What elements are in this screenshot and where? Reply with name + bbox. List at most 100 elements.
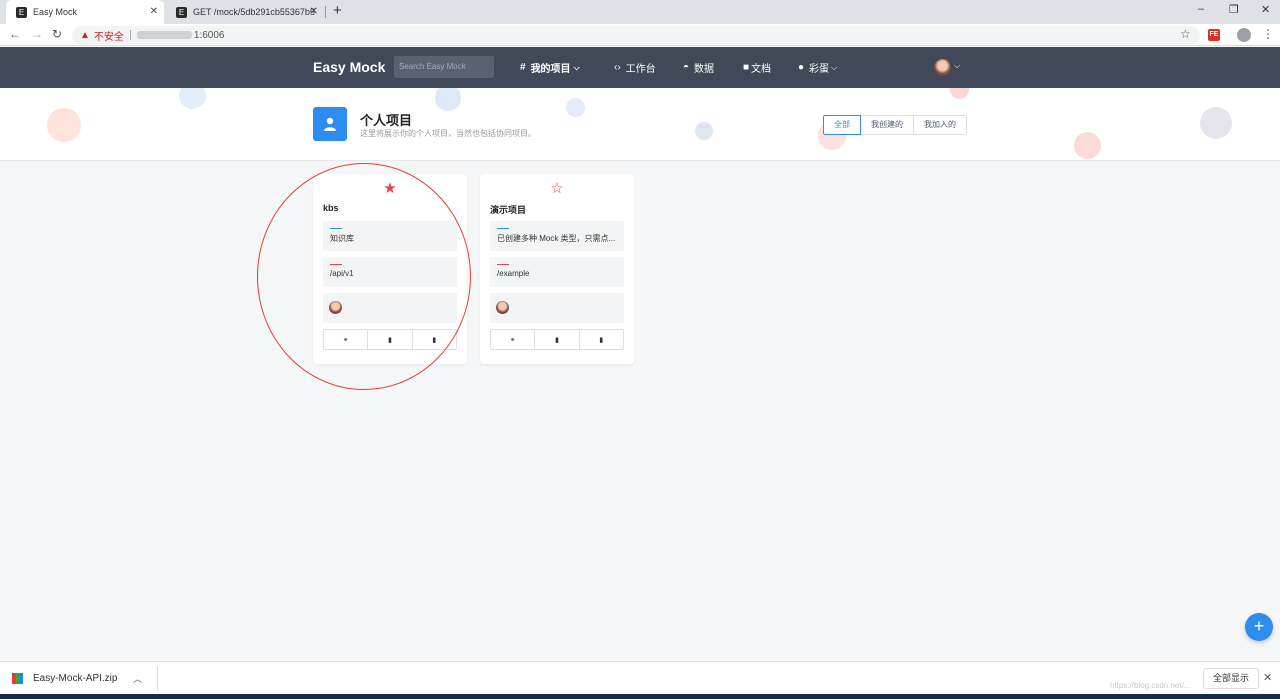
tab-divider [325,6,326,18]
decorative-bubble [950,88,969,99]
book-icon: ■ [743,62,750,73]
filter-created-button[interactable]: 我创建的 [860,115,914,135]
browser-tab-easy-mock[interactable]: E Easy Mock ✕ [6,0,164,24]
project-url-field: /example [490,257,624,287]
download-bar: Easy-Mock-API.zip ︿ https://blog.csdn.ne… [0,661,1280,694]
copy-icon[interactable]: ▮ [534,330,578,349]
new-tab-button[interactable]: + [333,2,342,19]
easy-mock-favicon-icon: E [16,6,27,18]
zip-file-icon [12,673,23,684]
nav-docs[interactable]: ■ 文档 [743,60,771,75]
address-divider [129,30,131,40]
user-avatar[interactable] [934,59,951,76]
tab-close-icon[interactable]: ✕ [150,6,158,17]
search-input[interactable]: Search Easy Mock [394,56,494,78]
project-name[interactable]: 演示项目 [490,203,526,216]
decorative-bubble [1200,107,1232,139]
tab-title: GET /mock/5db291cb55367b5 [193,7,315,17]
security-status[interactable]: 不安全 [94,28,124,43]
decorative-bubble [695,122,713,140]
close-download-bar-icon[interactable]: ✕ [1263,671,1272,684]
trash-icon[interactable]: ▮ [578,330,623,349]
download-file-name[interactable]: Easy-Mock-API.zip [33,673,117,684]
nav-label: 文档 [751,64,772,75]
egg-icon: ● [798,62,805,73]
person-icon [324,117,336,131]
chevron-up-icon[interactable]: ︿ [133,672,142,685]
chevron-down-icon: ⌵ [573,62,580,72]
page-title: 个人项目 [360,113,413,128]
nav-data[interactable]: ◓ 数据 [683,60,714,75]
forward-arrow-icon[interactable]: → [31,27,43,41]
star-filled-icon[interactable]: ★ [313,179,467,197]
easy-mock-favicon-icon: E [176,6,187,18]
accent-bar [330,228,342,229]
bookmark-star-icon[interactable]: ☆ [1180,27,1191,41]
link-icon[interactable]: ⚭ [324,330,367,349]
member-avatar[interactable] [329,301,342,314]
user-project-icon [313,107,347,141]
back-arrow-icon[interactable]: ← [9,27,21,41]
project-card-demo[interactable]: ☆ 演示项目 已创建多种 Mock 类型，只需点... /example ⚭ ▮… [480,174,634,364]
tab-close-icon[interactable]: ✕ [310,6,318,17]
link-icon[interactable]: ⚭ [491,330,534,349]
project-base-url: /api/v1 [330,269,354,278]
star-outline-icon[interactable]: ☆ [480,179,634,197]
accent-bar [497,228,509,229]
accent-bar [330,264,342,265]
decorative-bubble [47,108,81,142]
add-project-button[interactable]: + [1245,613,1273,641]
browser-tab-mock-request[interactable]: E GET /mock/5db291cb55367b5 ✕ [166,0,324,24]
project-members-field [323,293,457,323]
reload-icon[interactable]: ↻ [52,27,62,41]
show-all-downloads-button[interactable]: 全部显示 [1203,668,1260,689]
chevron-down-icon[interactable]: ⌵ [954,61,960,71]
hash-icon: # [520,62,526,73]
nav-label: 我的项目 [530,64,571,75]
project-description: 知识库 [330,234,354,243]
watermark: https://blog.csdn.net/... [1110,681,1191,690]
nav-my-projects[interactable]: # 我的项目 ⌵ [520,60,580,75]
restore-button[interactable]: ❐ [1229,3,1239,16]
decorative-bubble [566,98,585,117]
decorative-bubble [1074,132,1101,159]
project-members-field [490,293,624,323]
copy-icon[interactable]: ▮ [367,330,411,349]
nav-workbench[interactable]: ‹› 工作台 [614,60,656,75]
browser-menu-icon[interactable]: ⋮ [1262,27,1274,41]
project-description-field: 已创建多种 Mock 类型，只需点... [490,221,624,251]
project-url-field: /api/v1 [323,257,457,287]
project-base-url: /example [497,269,530,278]
project-description-field: 知识库 [323,221,457,251]
member-avatar[interactable] [496,301,509,314]
chevron-down-icon: ⌵ [831,62,838,72]
minimize-button[interactable]: – [1198,3,1204,15]
nav-label: 彩蛋 [809,64,830,75]
project-card-kbs[interactable]: ★ kbs 知识库 /api/v1 ⚭ ▮ ▮ [313,174,467,364]
nav-label: 工作台 [625,64,656,75]
accent-bar [497,264,509,265]
os-taskbar [0,694,1280,699]
nav-easter-egg[interactable]: ● 彩蛋 ⌵ [798,60,837,75]
page-header: 个人项目 这里将展示你的个人项目，当然也包括协同项目。 全部 我创建的 我加入的 [0,88,1280,161]
project-description: 已创建多种 Mock 类型，只需点... [497,234,616,243]
address-bar[interactable]: ▲ 不安全 1:6006 [72,26,1200,44]
address-host: 1:6006 [193,29,225,41]
trash-icon[interactable]: ▮ [411,330,456,349]
project-filter-group: 全部 我创建的 我加入的 [823,115,967,135]
redacted-host [136,31,192,39]
code-icon: ‹› [614,62,621,73]
app-logo[interactable]: Easy Mock [313,59,385,75]
profile-icon[interactable] [1237,28,1251,42]
filter-joined-button[interactable]: 我加入的 [913,115,967,135]
decorative-bubble [179,88,206,109]
extension-icon[interactable]: FE [1208,29,1220,41]
nav-label: 数据 [694,64,715,75]
browser-tab-strip: E Easy Mock ✕ E GET /mock/5db291cb55367b… [0,0,1280,24]
app-header: Easy Mock Search Easy Mock # 我的项目 ⌵ ‹› 工… [0,47,1280,88]
page-description: 这里将展示你的个人项目，当然也包括协同项目。 [360,129,536,138]
download-divider [157,666,158,691]
filter-all-button[interactable]: 全部 [823,115,861,135]
window-close-button[interactable]: ✕ [1261,3,1270,16]
project-name[interactable]: kbs [323,203,339,213]
